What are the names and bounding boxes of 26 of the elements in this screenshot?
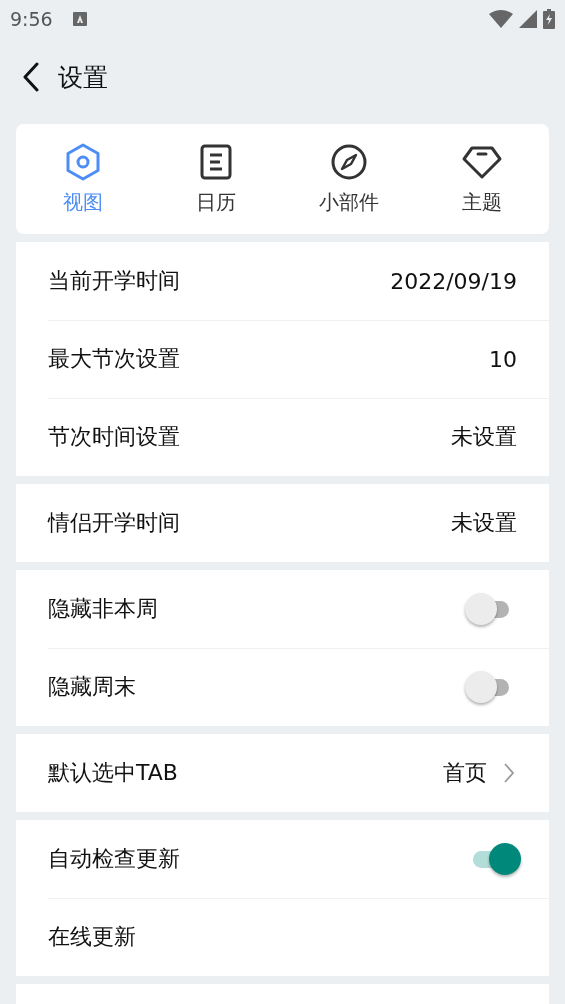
tab[interactable]: 小部件: [282, 124, 416, 234]
setting-value[interactable]: 首页: [443, 758, 487, 788]
setting-label: 自动检查更新: [48, 845, 181, 873]
setting-value[interactable]: 未设置: [451, 422, 517, 452]
setting-label: 最大节次设置: [48, 345, 181, 373]
setting-label: 隐藏非本周: [48, 595, 159, 623]
setting-label: 默认选中TAB: [48, 759, 179, 787]
tab[interactable]: 日历: [149, 124, 283, 234]
setting-value[interactable]: 2022/09/19: [390, 268, 517, 294]
setting-label: 当前开学时间: [48, 267, 181, 295]
wifi-icon: [489, 10, 513, 28]
tab[interactable]: 主题: [415, 124, 549, 234]
page-title: 设置: [58, 61, 108, 94]
chevron-right-icon: [503, 762, 515, 784]
setting-value[interactable]: 未设置: [451, 508, 517, 538]
setting-label: 节次时间设置: [48, 423, 181, 451]
setting-value[interactable]: 10: [489, 346, 517, 372]
status-time: 9:56: [10, 8, 53, 30]
battery-icon: [543, 9, 555, 29]
compass-icon: [330, 142, 369, 181]
back-icon[interactable]: [22, 62, 40, 92]
signal-icon: [519, 10, 537, 28]
setting-label: 情侣开学时间: [48, 509, 181, 537]
setting-label: 隐藏周末: [48, 673, 137, 701]
notification-icon: [72, 12, 87, 26]
setting-label: 在线更新: [48, 923, 137, 951]
